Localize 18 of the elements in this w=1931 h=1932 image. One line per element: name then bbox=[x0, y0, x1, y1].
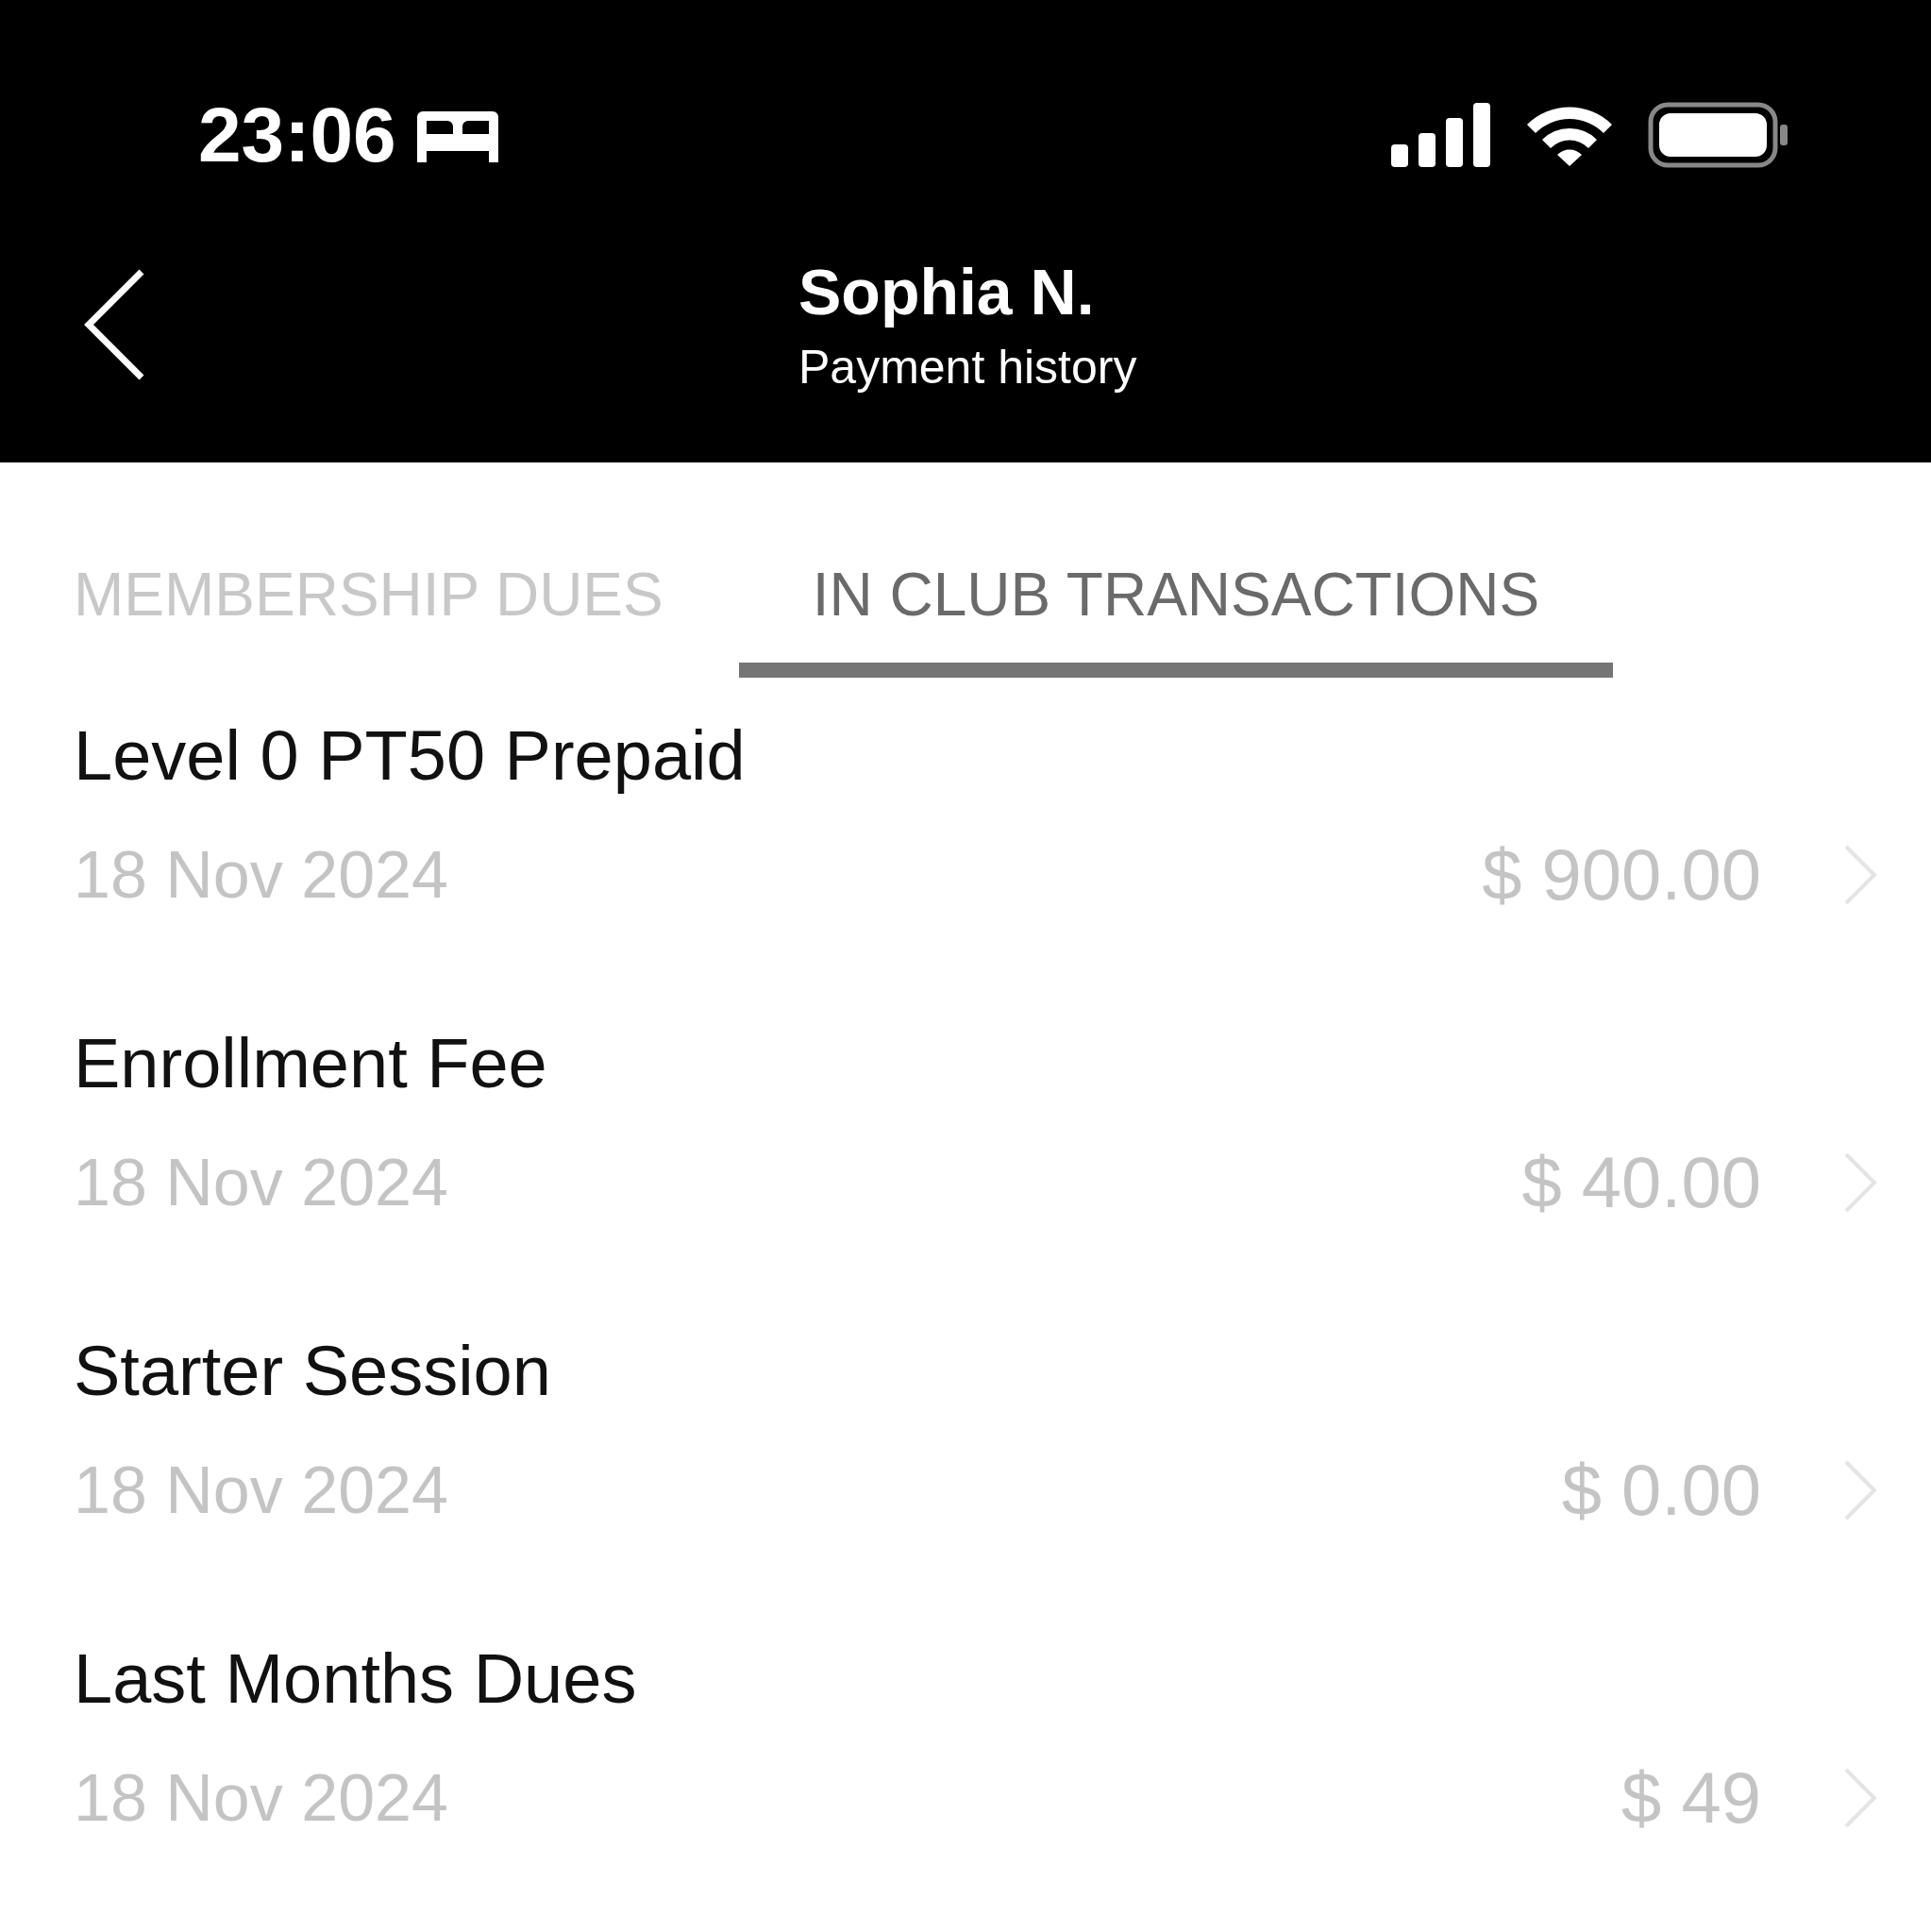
transaction-name: Enrollment Fee bbox=[74, 1023, 548, 1103]
transaction-amount: $ 0.00 bbox=[1561, 1449, 1761, 1531]
transaction-amount: $ 40.00 bbox=[1521, 1141, 1761, 1223]
transaction-name: Level 0 PT50 Prepaid bbox=[74, 715, 747, 796]
transaction-name: Last Months Dues bbox=[74, 1638, 638, 1719]
header-title: Sophia N. bbox=[798, 255, 1096, 328]
battery-icon bbox=[1648, 102, 1789, 168]
transaction-name: Starter Session bbox=[74, 1331, 552, 1411]
tab[interactable]: IN CLUB TRANSACTIONS bbox=[738, 462, 1614, 678]
transaction-date: 18 Nov 2024 bbox=[74, 1144, 449, 1220]
header-subtitle: Payment history bbox=[798, 340, 1137, 395]
transaction-date: 18 Nov 2024 bbox=[74, 1759, 449, 1836]
transaction-amount: $ 49 bbox=[1621, 1756, 1761, 1839]
status-time: 23:06 bbox=[198, 91, 396, 179]
transaction-date: 18 Nov 2024 bbox=[74, 836, 449, 913]
signal-icon bbox=[1391, 103, 1491, 167]
transaction-amount: $ 900.00 bbox=[1482, 833, 1761, 916]
transaction-date: 18 Nov 2024 bbox=[74, 1452, 449, 1528]
